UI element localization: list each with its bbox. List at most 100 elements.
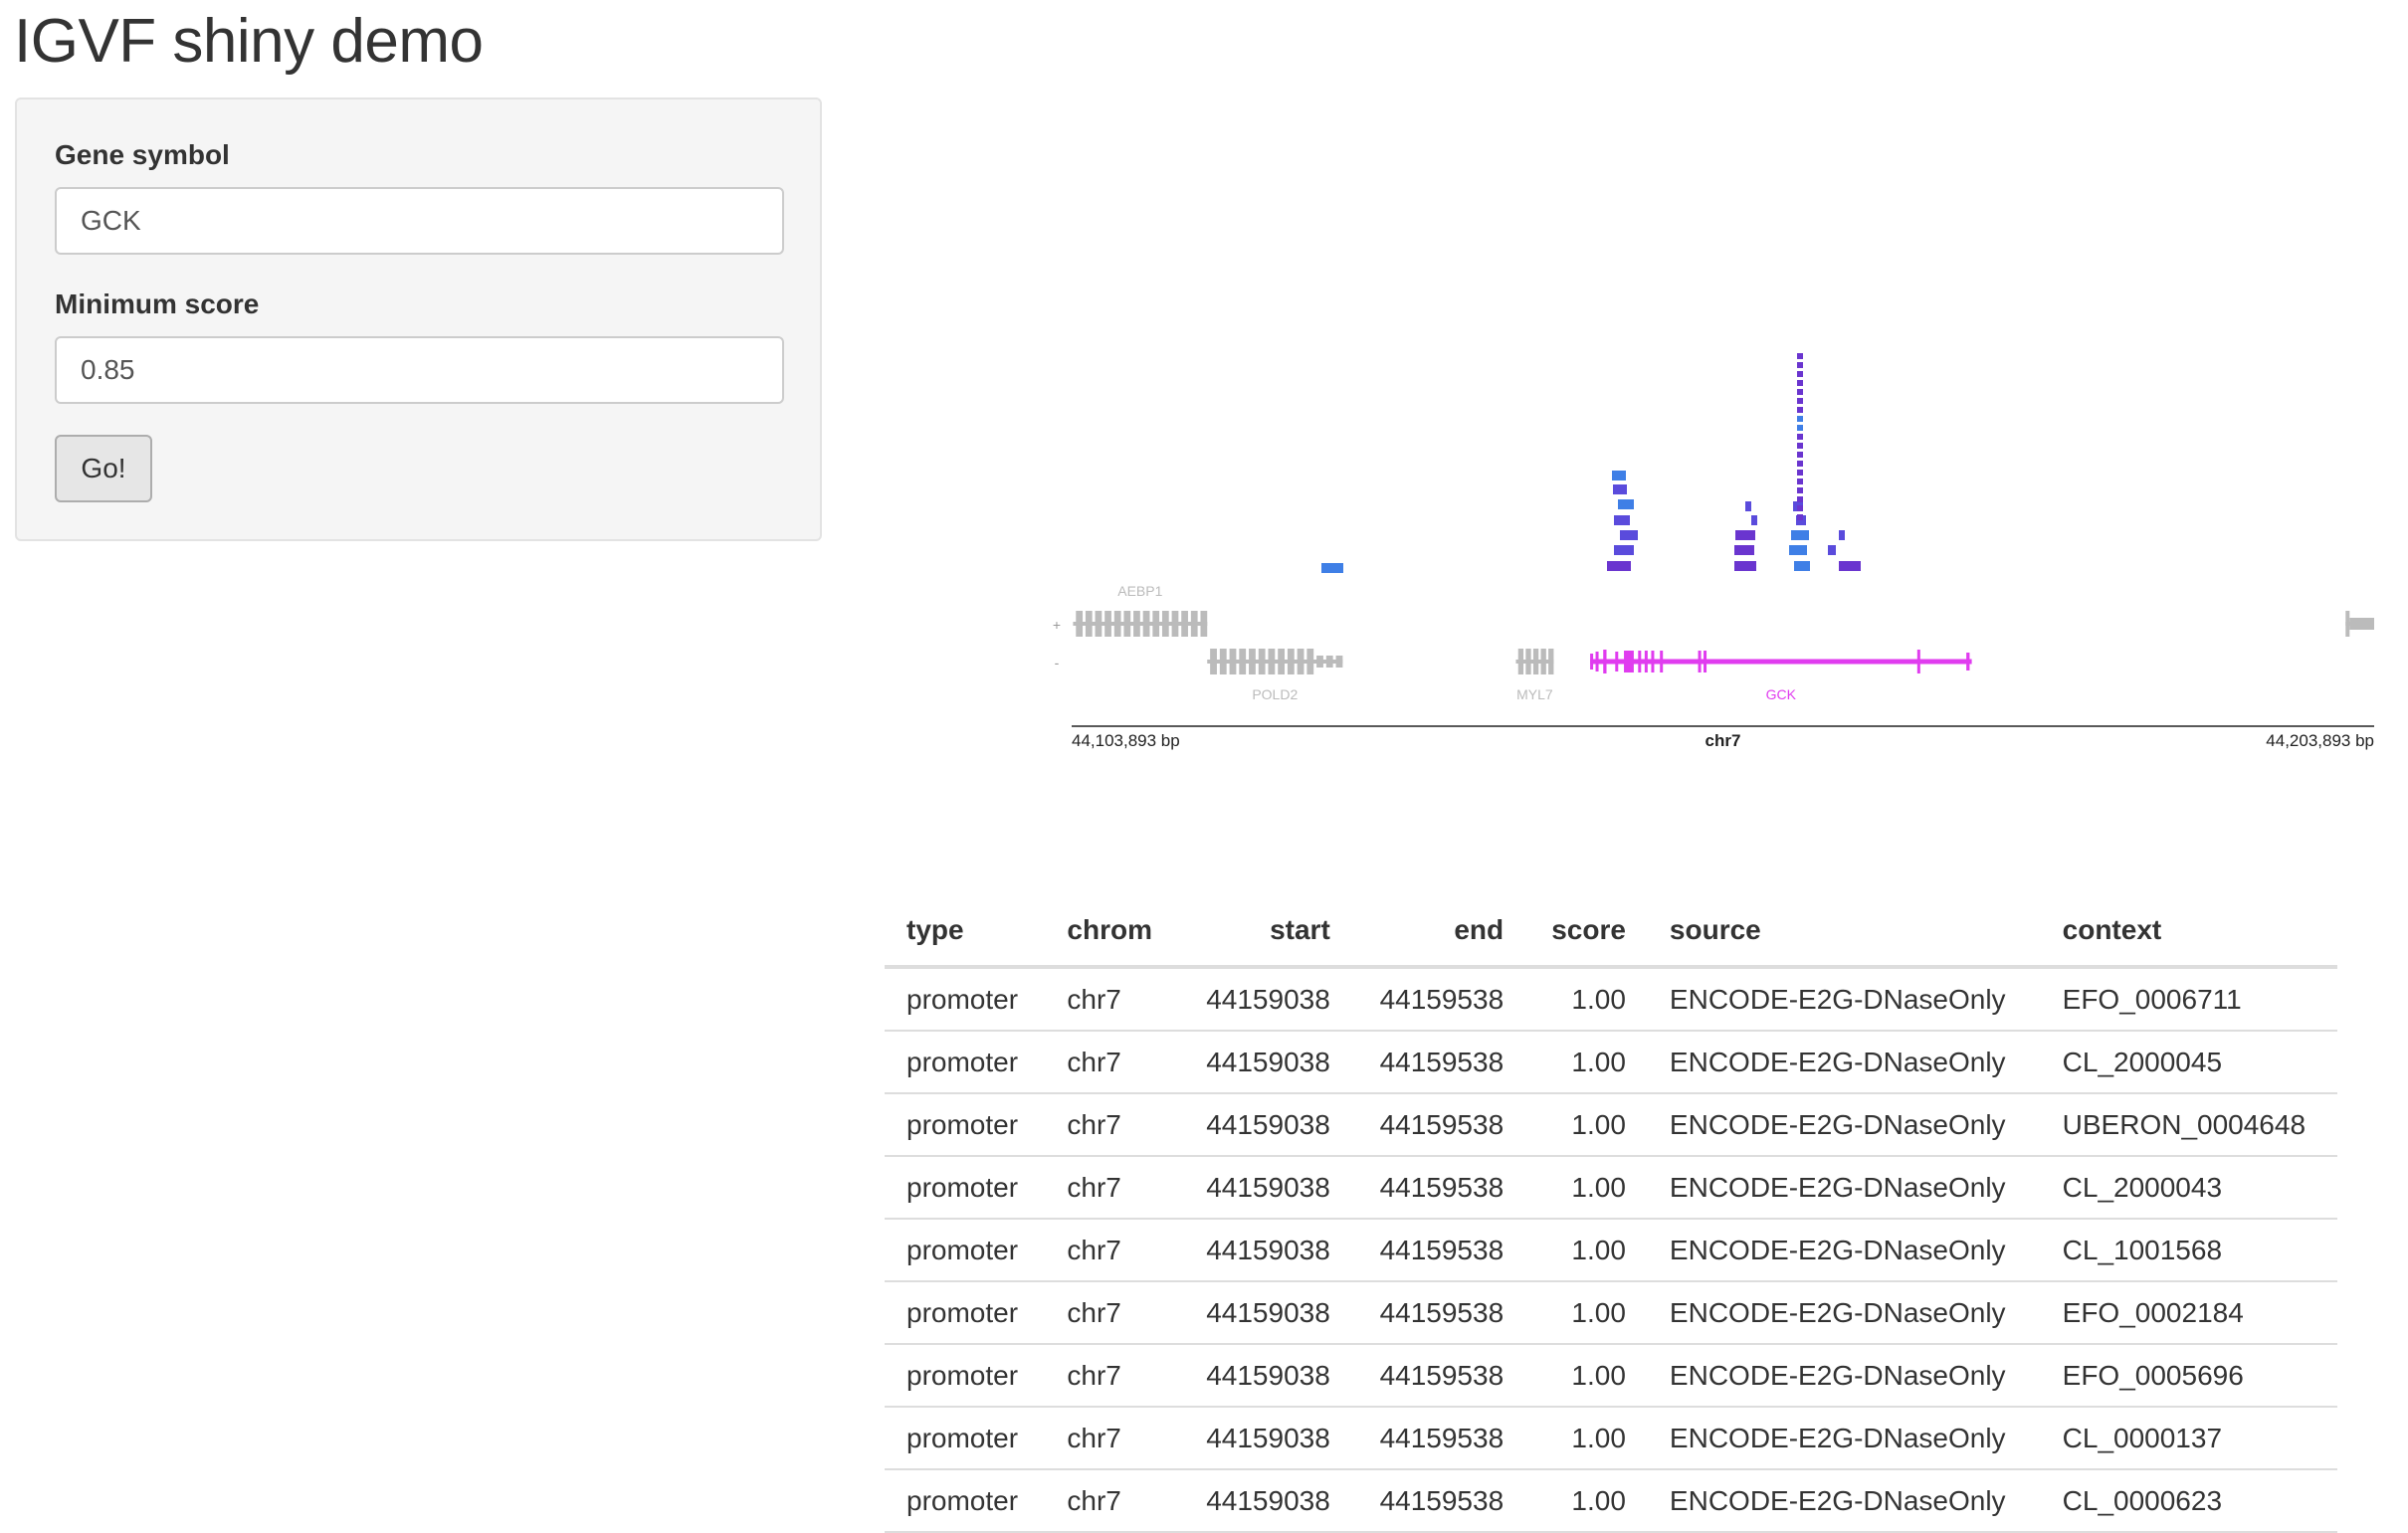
gene-label-pold2: POLD2 <box>1252 686 1298 702</box>
interaction-feature <box>1797 479 1803 484</box>
interaction-feature <box>1797 443 1803 449</box>
partial-gene-exon <box>2349 618 2374 630</box>
gene-label-aebp1: AEBP1 <box>1117 583 1162 599</box>
cell-end: 44159538 <box>1351 1156 1526 1220</box>
cell-end: 44159538 <box>1351 1031 1526 1094</box>
cell-context: CL_2000045 <box>2040 1031 2337 1094</box>
interaction-feature <box>1828 545 1836 555</box>
column-header-chrom[interactable]: chrom <box>1045 895 1179 969</box>
gene-aebp1-exon <box>1152 611 1160 637</box>
column-header-source[interactable]: source <box>1647 895 2041 969</box>
gene-symbol-label: Gene symbol <box>55 139 230 170</box>
table-body: promoter chr7 44159038 44159538 1.00 ENCODE-E… <box>885 967 2337 1533</box>
gene-aebp1-exon <box>1076 611 1084 637</box>
interaction-feature <box>1613 484 1627 494</box>
gene-myl7-exon <box>1540 649 1546 674</box>
minimum-score-label: Minimum score <box>55 288 260 319</box>
cell-source: ENCODE-E2G-DNaseOnly <box>1647 1031 2041 1094</box>
gene-myl7-exon <box>1548 649 1554 674</box>
table-row: promoter chr7 44159038 44159538 1.00 ENCODE-E… <box>885 1281 2337 1345</box>
axis-end-label: 44,203,893 bp <box>2266 731 2374 750</box>
gene-pold2-exon <box>1239 649 1247 674</box>
cell-start: 44159038 <box>1178 1093 1352 1157</box>
table-row: promoter chr7 44159038 44159538 1.00 ENCODE-E… <box>885 1031 2337 1094</box>
gene-myl7-exon <box>1517 649 1524 674</box>
interaction-feature <box>1797 496 1803 502</box>
cell-score: 1.00 <box>1525 1219 1648 1282</box>
interaction-feature <box>1797 407 1803 413</box>
cell-score: 1.00 <box>1525 1031 1648 1094</box>
gene-aebp1-exon <box>1095 611 1103 637</box>
gene-gck-exon <box>1660 651 1664 672</box>
interaction-feature <box>1797 389 1803 395</box>
column-header-score[interactable]: score <box>1525 895 1648 969</box>
interaction-feature <box>1794 561 1810 571</box>
gene-pold2-exon <box>1210 649 1217 674</box>
axis-chrom-label: chr7 <box>1706 731 1741 750</box>
gene-aebp1-exon <box>1171 611 1179 637</box>
gene-aebp1-exon <box>1181 611 1188 637</box>
interaction-feature <box>1797 425 1803 431</box>
cell-source: ENCODE-E2G-DNaseOnly <box>1647 1219 2041 1282</box>
interaction-feature <box>1797 434 1803 440</box>
interaction-feature <box>1797 461 1803 467</box>
cell-score: 1.00 <box>1525 1407 1648 1470</box>
table-row: promoter chr7 44159038 44159538 1.00 ENCODE-E… <box>885 967 2337 1032</box>
cell-start: 44159038 <box>1178 1344 1352 1408</box>
column-header-start[interactable]: start <box>1178 895 1352 969</box>
table-row: promoter chr7 44159038 44159538 1.00 ENCODE-E… <box>885 1469 2337 1533</box>
table-row: promoter chr7 44159038 44159538 1.00 ENCODE-E… <box>885 1407 2337 1470</box>
app-title: IGVF shiny demo <box>14 7 484 76</box>
gene-aebp1-exon <box>1123 611 1131 637</box>
cell-type: promoter <box>885 1031 1046 1094</box>
cell-type: promoter <box>885 1219 1046 1282</box>
interaction-feature <box>1734 545 1754 555</box>
cell-start: 44159038 <box>1178 967 1352 1032</box>
gene-aebp1-exon <box>1085 611 1093 637</box>
go-button[interactable]: Go! <box>55 435 152 502</box>
gene-pold2-exon <box>1229 649 1237 674</box>
gene-pold2-exon <box>1258 649 1266 674</box>
interaction-feature <box>1797 398 1803 404</box>
gene-myl7-exon <box>1532 649 1539 674</box>
cell-source: ENCODE-E2G-DNaseOnly <box>1647 1281 2041 1345</box>
cell-chrom: chr7 <box>1045 1344 1179 1408</box>
cell-context: EFO_0002184 <box>2040 1281 2337 1345</box>
gene-gck-exon <box>1966 653 1970 671</box>
cell-type: promoter <box>885 967 1046 1032</box>
cell-type: promoter <box>885 1093 1046 1157</box>
cell-start: 44159038 <box>1178 1407 1352 1470</box>
gene-symbol-input[interactable] <box>55 187 784 255</box>
cell-chrom: chr7 <box>1045 1281 1179 1345</box>
interaction-feature <box>1791 530 1809 540</box>
cell-context: CL_0000623 <box>2040 1469 2337 1533</box>
genome-browser[interactable]: + - AEBP1 POLD2 MYL7 GCK 44,103,893 bp 44,203,8… <box>1035 318 2398 776</box>
gene-pold2-exon <box>1278 649 1286 674</box>
cell-end: 44159538 <box>1351 1407 1526 1470</box>
cell-score: 1.00 <box>1525 967 1648 1032</box>
column-header-context[interactable]: context <box>2040 895 2337 969</box>
gene-pold2-exon <box>1249 649 1256 674</box>
cell-source: ENCODE-E2G-DNaseOnly <box>1647 1156 2041 1220</box>
cell-score: 1.00 <box>1525 1156 1648 1220</box>
cell-chrom: chr7 <box>1045 1031 1179 1094</box>
cell-context: EFO_0006711 <box>2040 967 2337 1032</box>
column-header-type[interactable]: type <box>885 895 1046 969</box>
interaction-feature <box>1734 561 1756 571</box>
strand-minus-label: - <box>1055 655 1060 671</box>
gene-aebp1-exon <box>1142 611 1150 637</box>
gene-pold2-exon <box>1268 649 1276 674</box>
genome-track-plot[interactable]: + - AEBP1 POLD2 MYL7 GCK 44,103,893 bp 44,203,8… <box>1035 318 2398 776</box>
minimum-score-input[interactable] <box>55 336 784 404</box>
results-table: type chrom start end score source contex… <box>885 895 2337 1533</box>
gene-aebp1-exon <box>1190 611 1198 637</box>
gene-gck-exon <box>1624 651 1634 672</box>
interaction-feature <box>1797 416 1803 422</box>
cell-end: 44159538 <box>1351 1469 1526 1533</box>
table-header-row: type chrom start end score source contex… <box>885 895 2337 969</box>
gene-pold2-exon <box>1287 649 1295 674</box>
cell-start: 44159038 <box>1178 1281 1352 1345</box>
column-header-end[interactable]: end <box>1351 895 1526 969</box>
interaction-feature <box>1797 353 1803 359</box>
cell-start: 44159038 <box>1178 1031 1352 1094</box>
